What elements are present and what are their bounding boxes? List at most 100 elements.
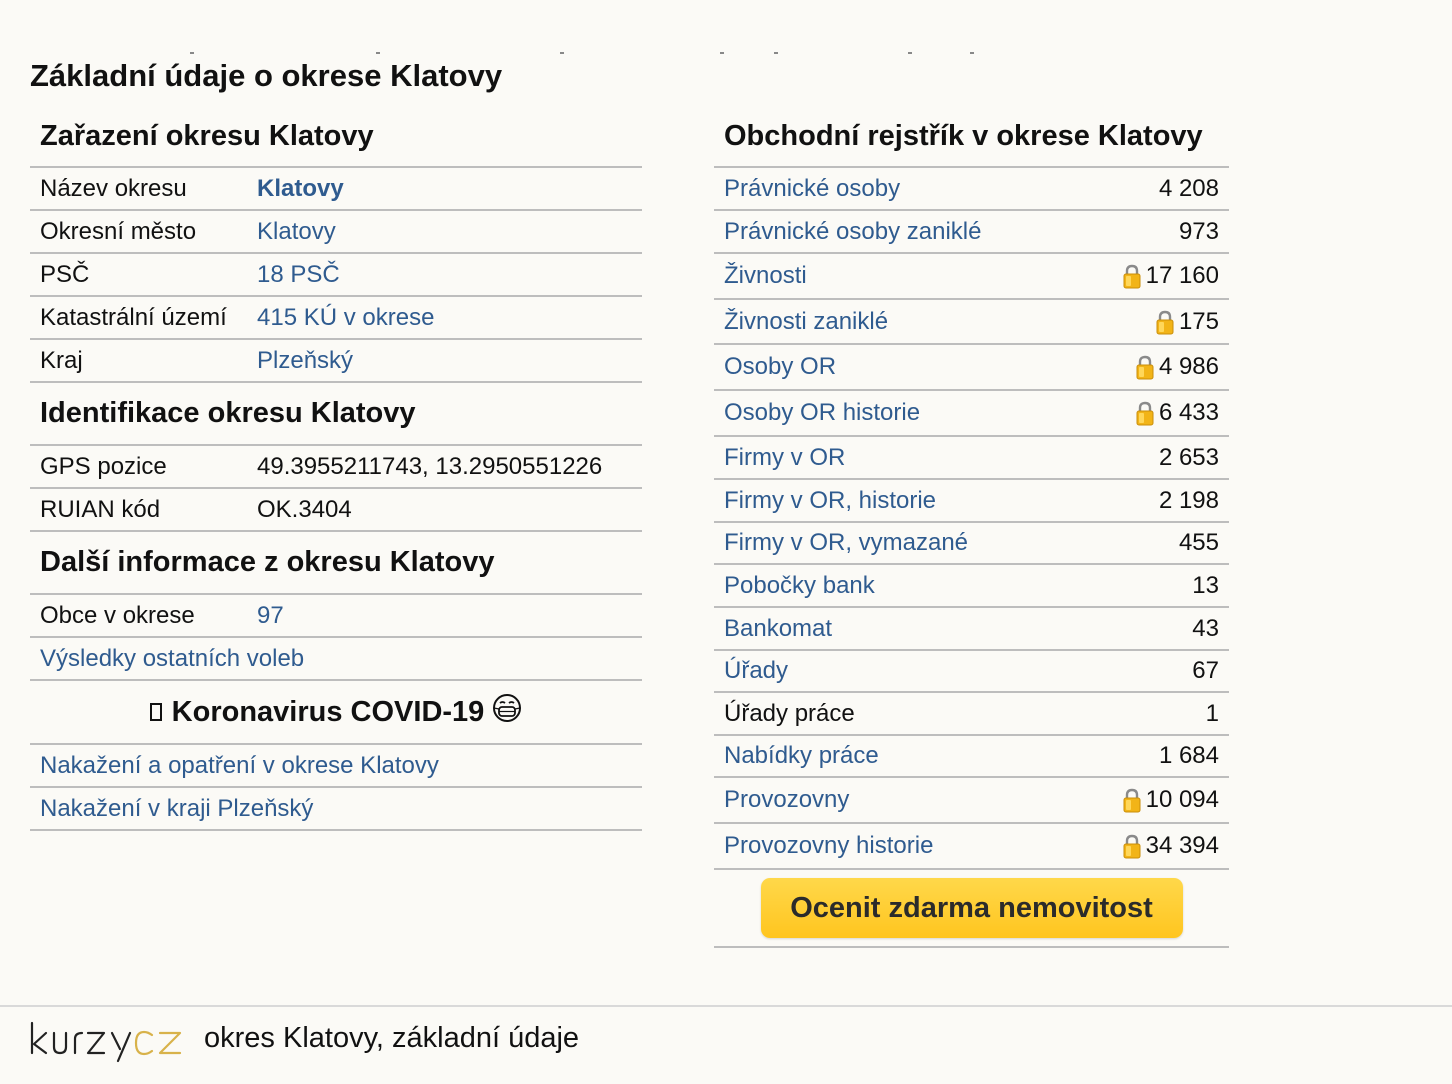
register-row-count: 4 208 — [1159, 175, 1219, 203]
ruian-value: OK.3404 — [257, 495, 352, 523]
missing-glyph-icon — [149, 703, 162, 721]
row-label: Název okresu — [40, 174, 187, 202]
register-row-label[interactable]: Firmy v OR, vymazané — [724, 529, 968, 557]
info-row-katastr: Katastrální území 415 KÚ v okrese — [30, 297, 642, 340]
register-row: Úřady 67 — [714, 651, 1229, 693]
register-row: Firmy v OR, historie 2 198 — [714, 480, 1229, 523]
district-town-link[interactable]: Klatovy — [257, 218, 336, 246]
register-row-value: 17 160 — [1145, 262, 1219, 289]
page: Základní údaje o okrese Klatovy Zařazení… — [0, 0, 1452, 1084]
register-row-label[interactable]: Živnosti — [724, 262, 807, 290]
register-row-label[interactable]: Živnosti zaniklé — [724, 308, 888, 336]
lock-icon — [1122, 787, 1142, 813]
register-row-count: 13 — [1192, 572, 1219, 600]
gps-value: 49.3955211743, 13.2950551226 — [257, 452, 603, 480]
register-row: Firmy v OR 2 653 — [714, 437, 1229, 480]
register-row-count: 10 094 — [1122, 786, 1219, 814]
register-row-label[interactable]: Firmy v OR — [724, 444, 845, 472]
lock-icon — [1122, 263, 1142, 289]
district-name-link[interactable]: Klatovy — [257, 175, 344, 203]
register-row-label[interactable]: Firmy v OR, historie — [724, 487, 936, 515]
row-label: Katastrální území — [40, 303, 227, 331]
row-label: Okresní město — [40, 217, 197, 245]
lock-icon — [1122, 833, 1142, 859]
footer: okres Klatovy, základní údaje — [0, 1005, 1452, 1084]
evaluate-property-button[interactable]: Ocenit zdarma nemovitost — [760, 878, 1183, 938]
info-row-psc: PSČ 18 PSČ — [30, 254, 642, 297]
register-row-value: 2 653 — [1158, 443, 1219, 471]
register-row-value: 13 — [1192, 571, 1219, 599]
register-row-value: 175 — [1178, 307, 1219, 335]
register-row-value: 973 — [1178, 217, 1219, 245]
register-row-value: 67 — [1192, 657, 1219, 684]
face-with-mask-icon — [492, 693, 522, 731]
page-title: Základní údaje o okrese Klatovy — [30, 58, 503, 93]
register-row-count: 17 160 — [1122, 262, 1219, 290]
covid-heading-text: Koronavirus COVID-19 — [171, 695, 485, 728]
register-row-count: 67 — [1192, 657, 1219, 685]
register-row: Živnosti 17 160 — [714, 254, 1229, 300]
covid-row-district: Nakažení a opatření v okrese Klatovy — [30, 745, 642, 788]
register-row-count: 175 — [1155, 308, 1219, 336]
psc-link[interactable]: 18 PSČ — [257, 261, 340, 289]
lock-icon — [1155, 309, 1175, 335]
register-row-label[interactable]: Osoby OR historie — [724, 399, 920, 427]
section-heading-zarazeni: Zařazení okresu Klatovy — [30, 107, 642, 168]
register-row-count: 973 — [1179, 218, 1219, 246]
register-row-count: 455 — [1179, 529, 1219, 557]
row-label: Obce v okrese — [40, 601, 195, 629]
register-row-count: 4 986 — [1135, 353, 1219, 381]
register-row-label[interactable]: Úřady — [724, 657, 788, 685]
info-row-mesto: Okresní město Klatovy — [30, 211, 642, 254]
register-row: Živnosti zaniklé 175 — [714, 300, 1229, 345]
info-row-volby: Výsledky ostatních voleb — [30, 638, 642, 681]
register-row-label[interactable]: Provozovny historie — [724, 832, 933, 860]
register-row-value: 1 — [1205, 699, 1219, 727]
register-row-count: 6 433 — [1135, 399, 1219, 427]
region-link[interactable]: Plzeňský — [257, 347, 353, 375]
register-row-count: 1 — [1206, 700, 1219, 728]
register-row: Úřady práce 1 — [714, 693, 1229, 736]
register-row-label[interactable]: Právnické osoby — [724, 175, 900, 203]
register-row: Nabídky práce 1 684 — [714, 736, 1229, 778]
register-row: Provozovny 10 094 — [714, 778, 1229, 824]
register-row-value: 455 — [1178, 529, 1219, 556]
info-row-kraj: Kraj Plzeňský — [30, 340, 642, 383]
register-row-value: 2 198 — [1158, 486, 1219, 514]
register-row-value: 6 433 — [1158, 399, 1219, 426]
section-heading-identifikace: Identifikace okresu Klatovy — [30, 383, 642, 446]
municipalities-link[interactable]: 97 — [257, 602, 284, 630]
register-row-count: 1 684 — [1159, 742, 1219, 770]
district-info-column: Zařazení okresu Klatovy Název okresu Kla… — [30, 107, 642, 831]
kurzycz-logo[interactable] — [30, 1019, 186, 1070]
info-row-ruian: RUIAN kód OK.3404 — [30, 489, 642, 532]
register-row: Právnické osoby zaniklé 973 — [714, 211, 1229, 254]
register-row-value: 34 394 — [1145, 832, 1219, 859]
register-row-count: 2 653 — [1159, 444, 1219, 472]
register-row-value: 1 684 — [1158, 742, 1219, 769]
covid-district-link[interactable]: Nakažení a opatření v okrese Klatovy — [40, 752, 439, 780]
register-row-label[interactable]: Nabídky práce — [724, 742, 879, 770]
register-row-count: 2 198 — [1159, 487, 1219, 515]
register-row-label[interactable]: Pobočky bank — [724, 572, 875, 600]
business-register-column: Obchodní rejstřík v okrese Klatovy Právn… — [714, 107, 1229, 948]
button-row: Ocenit zdarma nemovitost — [714, 870, 1229, 948]
lock-icon — [1135, 354, 1155, 380]
cadastral-link[interactable]: 415 KÚ v okrese — [257, 304, 434, 332]
register-row-value: 4 208 — [1158, 174, 1219, 202]
register-row: Právnické osoby 4 208 — [714, 168, 1229, 211]
section-heading-dalsi: Další informace z okresu Klatovy — [30, 532, 642, 595]
register-row-label[interactable]: Provozovny — [724, 786, 849, 814]
row-label: RUIAN kód — [40, 495, 161, 523]
row-label: Kraj — [40, 346, 83, 374]
register-row: Osoby OR 4 986 — [714, 345, 1229, 391]
elections-link[interactable]: Výsledky ostatních voleb — [40, 645, 304, 673]
covid-region-link[interactable]: Nakažení v kraji Plzeňský — [40, 795, 313, 823]
register-row: Firmy v OR, vymazané 455 — [714, 523, 1229, 565]
register-row-value: 43 — [1192, 614, 1219, 642]
register-list: Právnické osoby 4 208 Právnické osoby zani… — [714, 168, 1229, 870]
register-row-label[interactable]: Bankomat — [724, 615, 832, 643]
register-row: Pobočky bank 13 — [714, 565, 1229, 608]
register-row-label[interactable]: Právnické osoby zaniklé — [724, 218, 981, 246]
register-row-label[interactable]: Osoby OR — [724, 353, 836, 381]
